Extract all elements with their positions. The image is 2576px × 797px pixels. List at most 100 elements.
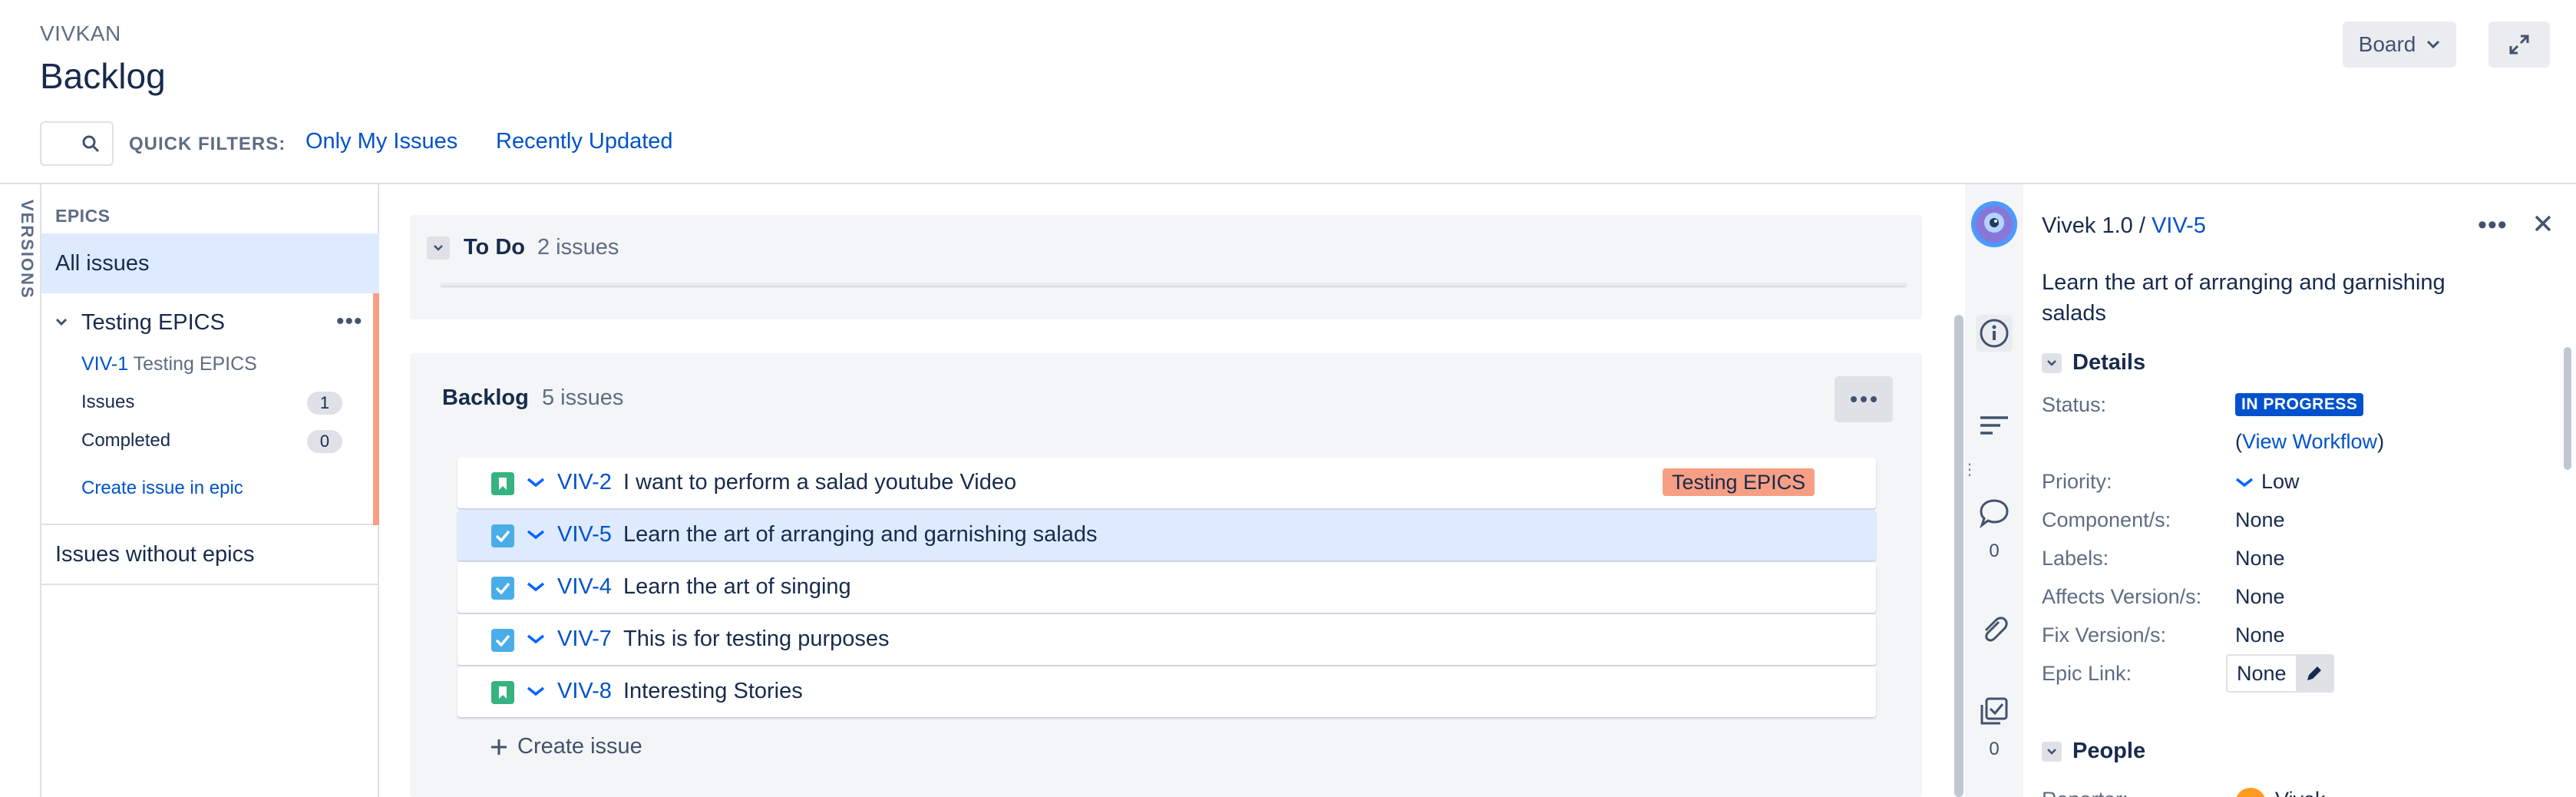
issue-key[interactable]: VIV-8 (557, 679, 612, 704)
all-issues-item[interactable]: All issues (41, 233, 379, 293)
task-icon (491, 629, 514, 652)
versions-panel-toggle[interactable]: VERSIONS (11, 184, 41, 797)
epic-key-title: Testing EPICS (133, 353, 257, 375)
issue-summary: I want to perform a salad youtube Video (623, 470, 1017, 494)
versions-label: VERSIONS (18, 200, 37, 299)
detail-icon-strip: ⋮ 0 0 (1962, 184, 2023, 797)
issue-row-viv-4[interactable]: VIV-4 Learn the art of singing (457, 562, 1876, 613)
issue-row-viv-5[interactable]: VIV-5 Learn the art of arranging and gar… (457, 510, 1876, 561)
expand-icon (2508, 33, 2531, 56)
breadcrumb-issue-key[interactable]: VIV-5 (2152, 213, 2206, 238)
priority-low-icon (527, 476, 545, 488)
comment-icon[interactable] (1976, 494, 2013, 531)
components-value[interactable]: None (2235, 508, 2285, 532)
resize-handle[interactable]: ⋮ (1962, 462, 1977, 478)
edit-pencil-icon[interactable] (2295, 656, 2333, 691)
epic-lozenge: Testing EPICS (1663, 468, 1815, 496)
priority-low-icon (527, 528, 545, 541)
issue-key[interactable]: VIV-2 (557, 470, 612, 495)
epic-link-value: None (2237, 661, 2287, 685)
close-icon[interactable] (2533, 213, 2553, 233)
create-issue-label: Create issue (517, 734, 642, 759)
task-icon (491, 577, 514, 600)
labels-value[interactable]: None (2235, 547, 2285, 570)
view-workflow-link[interactable]: View Workflow (2242, 430, 2377, 453)
story-icon (491, 472, 514, 495)
task-icon (491, 524, 514, 547)
people-section-toggle[interactable]: People (2042, 739, 2145, 764)
issue-key[interactable]: VIV-5 (557, 522, 612, 547)
view-workflow-line: (View Workflow) (2235, 430, 2385, 453)
status-lozenge[interactable]: IN PROGRESS (2235, 393, 2364, 416)
backlog-count: 5 issues (542, 385, 624, 410)
epic-completed-count: 0 (307, 430, 342, 453)
avatar[interactable] (2235, 788, 2266, 797)
epic-key-line: VIV-1 Testing EPICS (81, 353, 257, 375)
people-heading: People (2072, 739, 2146, 763)
issue-key[interactable]: VIV-7 (557, 627, 612, 652)
chevron-down-icon (2042, 741, 2062, 762)
plus-icon (490, 738, 508, 756)
todo-collapse-toggle[interactable] (427, 236, 450, 260)
reporter-name[interactable]: Vivek (2275, 788, 2326, 797)
project-name[interactable]: VIVKAN (40, 21, 121, 46)
create-issue-in-epic-link[interactable]: Create issue in epic (81, 478, 243, 499)
details-section-toggle[interactable]: Details (2042, 350, 2145, 375)
epic-issues-label: Issues (81, 392, 135, 412)
detail-breadcrumb: Vivek 1.0 / VIV-5 (2042, 213, 2206, 239)
board-scrollbar[interactable] (1954, 315, 1963, 797)
priority-value[interactable]: Low (2235, 470, 2300, 494)
quick-filter-only-my-issues[interactable]: Only My Issues (305, 129, 457, 154)
issue-summary-title[interactable]: Learn the art of arranging and garnishin… (2042, 267, 2510, 329)
epic-card[interactable]: Testing EPICS ••• VIV-1 Testing EPICS Is… (41, 293, 379, 525)
breadcrumb-parent[interactable]: Vivek 1.0 (2042, 213, 2133, 238)
expand-button[interactable] (2488, 21, 2550, 68)
todo-collapsed-list (441, 283, 1907, 286)
backlog-title: Backlog (442, 385, 529, 410)
issue-summary: Interesting Stories (623, 679, 803, 703)
epic-issues-count: 1 (307, 392, 342, 415)
board-button[interactable]: Board (2343, 21, 2456, 68)
issue-row-viv-2[interactable]: VIV-2 I want to perform a salad youtube … (457, 458, 1876, 508)
attachment-icon[interactable] (1976, 611, 2013, 648)
affects-versions-value[interactable]: None (2235, 585, 2285, 609)
info-icon[interactable] (1976, 315, 2013, 352)
issues-without-epics-item[interactable]: Issues without epics (41, 525, 379, 585)
issue-row-viv-8[interactable]: VIV-8 Interesting Stories (457, 666, 1876, 717)
issue-summary: Learn the art of singing (623, 574, 851, 599)
breadcrumb-separator: / (2138, 213, 2145, 238)
issue-row-viv-7[interactable]: VIV-7 This is for testing purposes (457, 614, 1876, 665)
detail-scrollbar[interactable] (2564, 347, 2571, 470)
priority-low-icon (527, 633, 545, 645)
search-input[interactable] (40, 121, 114, 166)
backlog-more-button[interactable] (1835, 376, 1893, 422)
board-button-label: Board (2358, 32, 2416, 56)
project-avatar[interactable] (1970, 200, 2019, 249)
todo-section: To Do 2 issues (410, 215, 1922, 319)
chevron-down-icon (2042, 352, 2062, 373)
fix-versions-value[interactable]: None (2235, 623, 2285, 647)
details-heading: Details (2072, 350, 2146, 375)
checklist-count: 0 (1989, 739, 2000, 759)
sort-icon[interactable] (1976, 407, 2013, 444)
create-issue-button[interactable]: Create issue (490, 734, 642, 759)
issue-key[interactable]: VIV-4 (557, 574, 612, 600)
epic-link-field[interactable]: None (2226, 654, 2334, 693)
chevron-down-icon[interactable] (55, 318, 68, 327)
todo-title: To Do (464, 235, 525, 260)
backlog-section: Backlog 5 issues VIV-2 I want to perform… (410, 353, 1922, 797)
checklist-icon[interactable] (1976, 693, 2013, 729)
detail-more-icon[interactable]: ••• (2478, 210, 2508, 240)
quick-filter-recently-updated[interactable]: Recently Updated (496, 129, 673, 154)
epic-more-icon[interactable]: ••• (336, 309, 363, 335)
epic-key[interactable]: VIV-1 (81, 353, 128, 375)
story-icon (491, 681, 514, 704)
comment-count: 0 (1989, 541, 2000, 561)
priority-low-icon (527, 685, 545, 697)
priority-value-text: Low (2261, 470, 2300, 493)
epic-link-label: Epic Link: (2042, 662, 2132, 685)
todo-count: 2 issues (537, 235, 619, 260)
issue-summary: This is for testing purposes (623, 627, 890, 651)
chevron-down-icon (2426, 40, 2440, 49)
priority-low-icon (2235, 476, 2254, 488)
